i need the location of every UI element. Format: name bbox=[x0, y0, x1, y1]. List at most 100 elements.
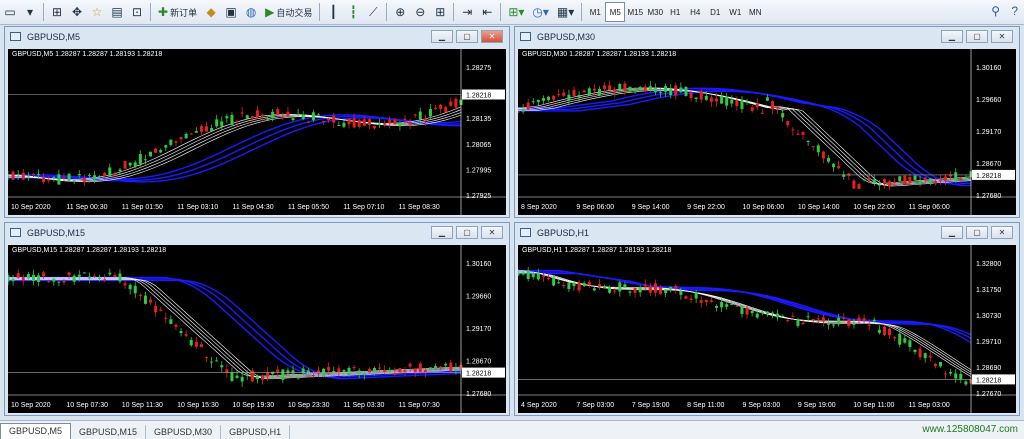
navigator-button[interactable]: ✥ bbox=[68, 2, 86, 22]
new-order-button[interactable]: ✚ 新订单 bbox=[155, 2, 200, 22]
candle-body bbox=[572, 282, 576, 287]
timeframe-h4[interactable]: H4 bbox=[685, 2, 705, 22]
price-chart[interactable]: 1.282751.282051.281351.280651.279951.279… bbox=[8, 49, 506, 215]
timeframe-m15[interactable]: M15 bbox=[625, 2, 645, 22]
candle-body bbox=[918, 181, 922, 184]
favorites-button[interactable]: ☆ bbox=[88, 2, 106, 22]
candle-chart-button[interactable]: ┇ bbox=[344, 2, 362, 22]
timeframe-h1[interactable]: H1 bbox=[665, 2, 685, 22]
timeframe-w1[interactable]: W1 bbox=[725, 2, 745, 22]
chart-window-m5[interactable]: GBPUSD,M5 ▁▢✕ 1.282751.282051.281351.280… bbox=[4, 26, 510, 218]
profiles-button[interactable]: ▾ bbox=[21, 2, 39, 22]
price-chart[interactable]: 1.30160 1.29660 1.29170 1.28670 1.27680 1.282… bbox=[8, 245, 506, 413]
terminal-button[interactable]: ▤ bbox=[108, 2, 126, 22]
candle-body bbox=[770, 312, 774, 314]
timeframe-m1[interactable]: M1 bbox=[585, 2, 605, 22]
price-chart[interactable]: 1.30160 1.29660 1.29170 1.28670 1.27680 1.282… bbox=[518, 49, 1016, 215]
price-tick-label: 1.28690 bbox=[976, 365, 1001, 372]
minimize-button[interactable]: ▁ bbox=[941, 226, 963, 239]
maximize-button[interactable]: ▢ bbox=[966, 30, 988, 43]
chart-tab[interactable]: GBPUSD,M15 bbox=[71, 425, 147, 439]
candle-body bbox=[62, 177, 66, 179]
new-chart-button[interactable]: ▭ bbox=[1, 2, 19, 22]
indicators-button[interactable]: ⊞▾ bbox=[505, 2, 527, 22]
line-chart-button[interactable]: ⟋ bbox=[364, 2, 382, 22]
window-titlebar[interactable]: GBPUSD,M5 ▁ ▢ ✕ bbox=[5, 27, 509, 47]
chart-tab[interactable]: GBPUSD,M5 bbox=[0, 423, 72, 439]
candle-body bbox=[613, 290, 617, 292]
chart-shift-button[interactable]: ⇤ bbox=[478, 2, 496, 22]
chart-tab[interactable]: GBPUSD,M30 bbox=[146, 425, 222, 439]
candle-body bbox=[276, 109, 280, 116]
minimize-button[interactable]: ▁ bbox=[941, 30, 963, 43]
zoom-in-button[interactable]: ⊕ bbox=[391, 2, 409, 22]
zoom-out-button[interactable]: ⊖ bbox=[411, 2, 429, 22]
bar-chart-button[interactable]: ┃ bbox=[324, 2, 342, 22]
close-button[interactable]: ✕ bbox=[991, 30, 1013, 43]
web-button[interactable]: ◍ bbox=[242, 2, 260, 22]
close-button[interactable]: ✕ bbox=[991, 226, 1013, 239]
tester-button[interactable]: ⊡ bbox=[128, 2, 146, 22]
candle-body bbox=[618, 282, 622, 292]
price-tick-label: 1.27680 bbox=[466, 391, 491, 398]
candle-body bbox=[526, 270, 530, 279]
candle-body bbox=[327, 367, 331, 371]
candle-body bbox=[215, 360, 219, 362]
timeframe-m30[interactable]: M30 bbox=[645, 2, 665, 22]
candle-body bbox=[796, 319, 800, 326]
close-button[interactable]: ✕ bbox=[481, 30, 503, 43]
candle-body bbox=[837, 165, 841, 169]
search-icon[interactable]: ⚲ bbox=[991, 4, 1000, 18]
chart-window-m15[interactable]: GBPUSD,M15 ▁ ▢ ✕ 1.30160 1.29660 1.29170 1.28… bbox=[4, 222, 510, 416]
moving-averages bbox=[518, 269, 972, 377]
timeframe-m5[interactable]: M5 bbox=[605, 2, 626, 22]
chart-tab[interactable]: GBPUSD,H1 bbox=[221, 425, 291, 439]
minimize-button[interactable]: ▁ bbox=[431, 226, 453, 239]
chart-window-icon bbox=[520, 228, 531, 237]
periods-button[interactable]: ◷▾ bbox=[529, 2, 552, 22]
candle-body bbox=[547, 96, 551, 101]
maximize-button[interactable]: ▢ bbox=[966, 226, 988, 239]
autoscroll-button[interactable]: ⇥ bbox=[458, 2, 476, 22]
candle-body bbox=[628, 291, 632, 293]
candlestick-icon: ┇ bbox=[349, 5, 357, 19]
minimize-button[interactable]: ▁ bbox=[431, 30, 453, 43]
candle-body bbox=[418, 111, 422, 120]
price-chart[interactable]: 1.32800 1.31750 1.30730 1.29710 1.28690 1.276… bbox=[518, 245, 1016, 413]
library-button[interactable]: ▣ bbox=[222, 2, 240, 22]
chart-header: GBPUSD,M5 1.28287 1.28287 1.28193 1.2821… bbox=[12, 51, 163, 58]
candle-body bbox=[518, 111, 520, 113]
time-tick-label: 10 Sep 2020 bbox=[11, 204, 51, 211]
website-watermark: www.125808047.com bbox=[922, 424, 1018, 435]
window-titlebar[interactable]: GBPUSD,M30 ▁ ▢ ✕ bbox=[515, 27, 1019, 47]
timeframe-d1[interactable]: D1 bbox=[705, 2, 725, 22]
time-tick-label: 9 Sep 06:00 bbox=[576, 204, 614, 211]
maximize-button[interactable]: ▢ bbox=[456, 30, 478, 43]
maximize-button[interactable]: ▢ bbox=[456, 226, 478, 239]
window-titlebar[interactable]: GBPUSD,M15 ▁ ▢ ✕ bbox=[5, 223, 509, 243]
moving-averages bbox=[518, 87, 972, 187]
candle-body bbox=[225, 116, 229, 119]
candle-body bbox=[367, 369, 371, 373]
candle-body bbox=[954, 373, 958, 379]
market-watch-button[interactable]: ⊞ bbox=[48, 2, 66, 22]
timeframe-mn[interactable]: MN bbox=[745, 2, 765, 22]
help-icon[interactable]: ? bbox=[1011, 4, 1018, 18]
candle-body bbox=[260, 114, 264, 117]
close-button[interactable]: ✕ bbox=[481, 226, 503, 239]
candle-body bbox=[372, 367, 376, 373]
auto-trading-button[interactable]: ▶ 自动交易 bbox=[262, 2, 315, 22]
time-tick-label: 9 Sep 22:00 bbox=[687, 204, 725, 211]
window-titlebar[interactable]: GBPUSD,H1 ▁ ▢ ✕ bbox=[515, 223, 1019, 243]
chart-window-h1[interactable]: GBPUSD,H1 ▁ ▢ ✕ 1.32800 1.31750 1.30730 1.297… bbox=[514, 222, 1020, 416]
metaeditor-button[interactable]: ◆ bbox=[202, 2, 220, 22]
templates-button[interactable]: ▦▾ bbox=[554, 2, 577, 22]
chart-window-m30[interactable]: GBPUSD,M30 ▁ ▢ ✕ 1.30160 1.29660 1.29170 1.28… bbox=[514, 26, 1020, 218]
window-title: GBPUSD,M15 bbox=[27, 228, 86, 238]
candle-body bbox=[133, 162, 137, 167]
candle-body bbox=[704, 95, 708, 100]
tile-windows-button[interactable]: ⊞ bbox=[431, 2, 449, 22]
candle-body bbox=[16, 273, 20, 278]
candle-body bbox=[547, 278, 551, 280]
candle-body bbox=[123, 161, 127, 169]
